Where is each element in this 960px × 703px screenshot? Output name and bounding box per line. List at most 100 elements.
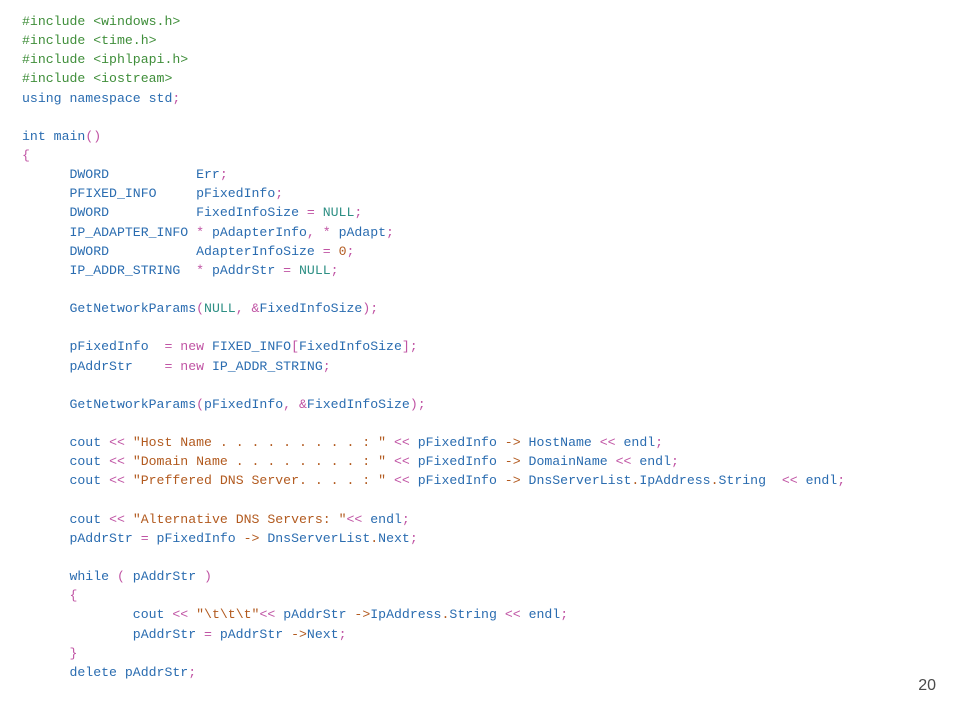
identifier: FixedInfoSize (307, 397, 410, 412)
bracket: [ (291, 339, 299, 354)
op: = (283, 263, 299, 278)
function-name: main (54, 129, 86, 144)
member: HostName (529, 435, 600, 450)
identifier: cout (22, 435, 109, 450)
op: = (204, 627, 220, 642)
decl: PFIXED_INFO pFixedInfo (22, 186, 275, 201)
paren: ); (410, 397, 426, 412)
null-literal: NULL (204, 301, 236, 316)
punct: ; (386, 225, 394, 240)
include-directive: #include (22, 71, 93, 86)
page-number: 20 (918, 674, 936, 697)
punct: ; (402, 512, 410, 527)
identifier: pAddrStr (22, 627, 204, 642)
identifier: endl (806, 473, 838, 488)
op: << (394, 473, 418, 488)
dot: . (711, 473, 719, 488)
op: , & (283, 397, 307, 412)
op: << (616, 454, 640, 469)
string-literal: "Preffered DNS Server. . . . : " (133, 473, 394, 488)
member: Next (307, 627, 339, 642)
op: = new (164, 359, 211, 374)
include-lib: <windows.h> (93, 14, 180, 29)
punct: ; (339, 627, 347, 642)
identifier: FixedInfoSize (259, 301, 362, 316)
paren: ( (196, 301, 204, 316)
punct: ; (172, 91, 180, 106)
punct: ; (410, 531, 418, 546)
op: << (347, 512, 371, 527)
arrow: -> (505, 454, 529, 469)
arrow: -> (291, 627, 307, 642)
arrow: -> (505, 435, 529, 450)
include-lib: <iostream> (93, 71, 172, 86)
type-keyword: int (22, 129, 54, 144)
decl: IP_ADAPTER_INFO (22, 225, 196, 240)
punct: ; (354, 205, 362, 220)
op: << (600, 435, 624, 450)
type: IP_ADDR_STRING (212, 359, 323, 374)
identifier: pAddrStr (283, 607, 354, 622)
op: << (259, 607, 283, 622)
op: * (196, 263, 212, 278)
member: DomainName (529, 454, 616, 469)
dot: . (370, 531, 378, 546)
punct: ; (188, 665, 196, 680)
while-keyword: while (22, 569, 117, 584)
call: GetNetworkParams (22, 301, 196, 316)
identifier: std (149, 91, 173, 106)
op: << (109, 454, 133, 469)
member: DnsServerList (529, 473, 632, 488)
brace: { (22, 148, 30, 163)
decl: DWORD Err (22, 167, 220, 182)
op: * (196, 225, 212, 240)
punct: ; (220, 167, 228, 182)
string-literal: "Alternative DNS Servers: " (133, 512, 347, 527)
identifier: pFixedInfo (204, 397, 283, 412)
identifier: pAddrStr (220, 627, 291, 642)
identifier: pAddrStr (125, 665, 188, 680)
arrow: -> (505, 473, 529, 488)
op: = (323, 244, 339, 259)
punct: ; (331, 263, 339, 278)
identifier: pFixedInfo (418, 435, 505, 450)
bracket: ]; (402, 339, 418, 354)
identifier: pFixedInfo (157, 531, 244, 546)
op: << (782, 473, 806, 488)
identifier: endl (529, 607, 561, 622)
decl: DWORD FixedInfoSize (22, 205, 307, 220)
arrow: -> (354, 607, 370, 622)
member: String (719, 473, 782, 488)
op: << (109, 512, 133, 527)
decl: DWORD AdapterInfoSize (22, 244, 323, 259)
member: DnsServerList (267, 531, 370, 546)
member: IpAddress (370, 607, 441, 622)
op: = new (164, 339, 211, 354)
punct: ; (560, 607, 568, 622)
op: << (109, 473, 133, 488)
punct: ; (837, 473, 845, 488)
member: String (449, 607, 504, 622)
string-literal: "\t\t\t" (196, 607, 259, 622)
call: GetNetworkParams (22, 397, 196, 412)
include-directive: #include (22, 33, 93, 48)
identifier: pAdapt (339, 225, 386, 240)
paren: ); (362, 301, 378, 316)
brace: } (22, 646, 77, 661)
identifier: cout (22, 512, 109, 527)
identifier: pFixedInfo (418, 473, 505, 488)
string-literal: "Domain Name . . . . . . . . : " (133, 454, 394, 469)
identifier: cout (22, 607, 172, 622)
code-block: #include <windows.h> #include <time.h> #… (0, 0, 960, 682)
punct: ; (275, 186, 283, 201)
include-directive: #include (22, 52, 93, 67)
paren: ) (204, 569, 212, 584)
null-literal: NULL (323, 205, 355, 220)
include-lib: <time.h> (93, 33, 156, 48)
op: = (141, 531, 157, 546)
identifier: pAddrStr (133, 569, 204, 584)
decl: IP_ADDR_STRING (22, 263, 196, 278)
arrow: -> (244, 531, 268, 546)
punct: ; (655, 435, 663, 450)
identifier: pAddrStr (22, 531, 141, 546)
